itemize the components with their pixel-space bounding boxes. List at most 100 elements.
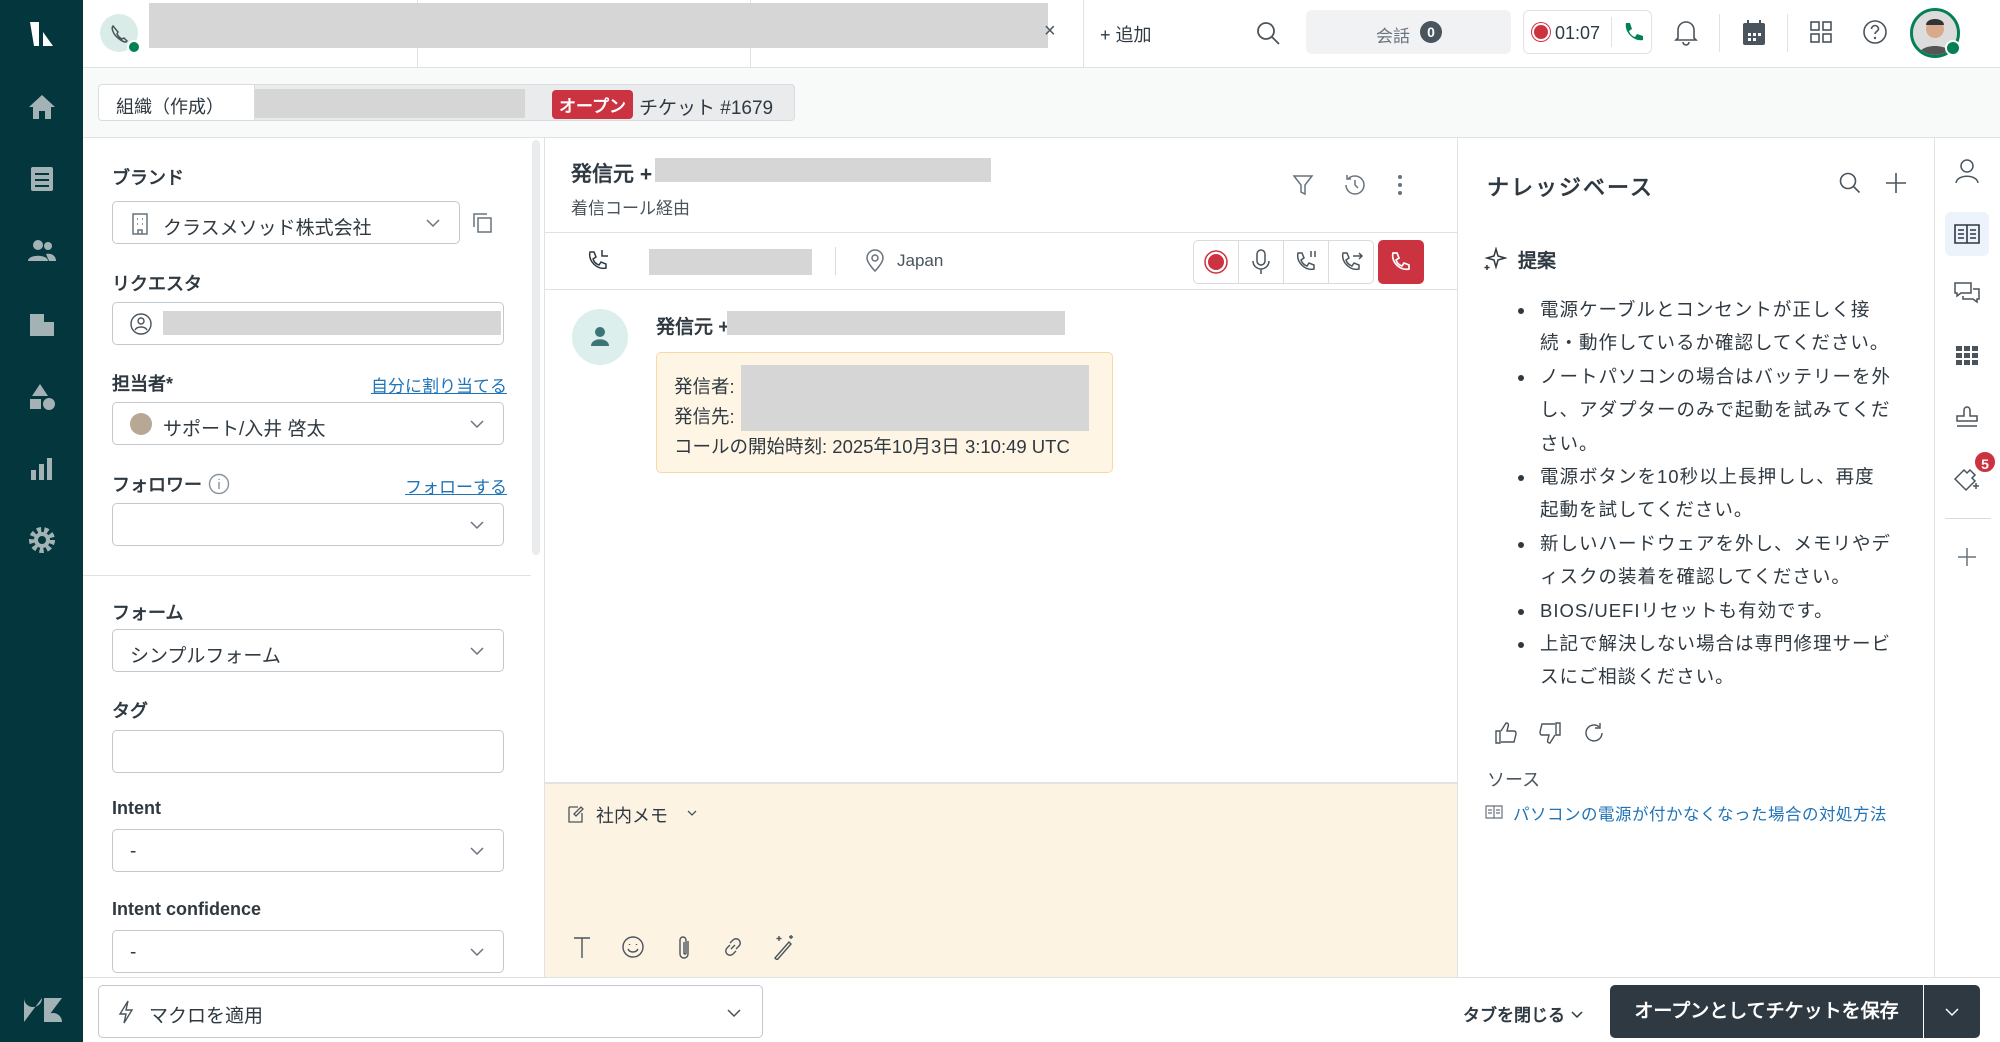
views-icon[interactable] bbox=[26, 163, 58, 195]
location-pin-icon bbox=[865, 249, 885, 273]
incoming-call-icon bbox=[585, 248, 611, 274]
search-icon[interactable] bbox=[1255, 20, 1281, 46]
ai-wand-icon[interactable] bbox=[771, 934, 795, 960]
close-tab-label: タブを閉じる bbox=[1463, 1006, 1565, 1025]
tags-label: タグ bbox=[112, 701, 148, 721]
suggestion-item: BIOS/UEFIリセットも有効です。 bbox=[1518, 594, 1892, 627]
redacted-tabs bbox=[149, 3, 1048, 48]
calendar-icon[interactable] bbox=[1741, 19, 1767, 47]
attachment-icon[interactable] bbox=[675, 935, 693, 961]
redacted-numbers bbox=[741, 365, 1089, 431]
intent-confidence-value: - bbox=[130, 942, 137, 963]
breadcrumb-org[interactable]: 組織（作成） bbox=[99, 85, 255, 120]
more-options-icon[interactable] bbox=[1397, 173, 1403, 197]
customers-icon[interactable] bbox=[26, 235, 58, 267]
intent-select[interactable]: - bbox=[112, 829, 504, 872]
add-icon[interactable] bbox=[1884, 171, 1908, 195]
chevron-down-icon bbox=[469, 843, 485, 859]
conversations-button[interactable]: 会話 0 bbox=[1306, 10, 1511, 54]
brand-select[interactable]: クラスメソッド株式会社 bbox=[112, 201, 460, 244]
requester-field[interactable] bbox=[112, 302, 504, 345]
chevron-down-icon bbox=[425, 215, 441, 231]
history-icon[interactable] bbox=[1342, 172, 1368, 198]
source-article-link[interactable]: パソコンの電源が付かなくなった場合の対処方法 bbox=[1513, 801, 1887, 825]
conversations-icon[interactable] bbox=[1952, 278, 1982, 308]
breadcrumb-org-label: 組織（作成） bbox=[116, 97, 224, 117]
apps-icon[interactable] bbox=[1952, 341, 1982, 371]
thumbs-up-icon[interactable] bbox=[1494, 721, 1518, 745]
guide-icon[interactable] bbox=[26, 381, 58, 413]
conversations-label: 会話 bbox=[1376, 27, 1410, 46]
emoji-icon[interactable] bbox=[621, 935, 645, 959]
assignee-value: サポート/入井 啓太 bbox=[163, 419, 326, 440]
transfer-button[interactable] bbox=[1328, 240, 1374, 284]
user-circle-icon bbox=[130, 313, 152, 335]
tags-input[interactable] bbox=[112, 730, 504, 773]
apply-macro-select[interactable]: マクロを適用 bbox=[98, 985, 763, 1038]
info-icon[interactable] bbox=[208, 473, 230, 495]
knowledge-tab-active[interactable] bbox=[1945, 212, 1989, 256]
reporting-icon[interactable] bbox=[26, 452, 58, 484]
assign-to-me-link[interactable]: 自分に割り当てる bbox=[371, 372, 507, 397]
mute-button[interactable] bbox=[1238, 240, 1284, 284]
hang-up-button[interactable] bbox=[1378, 240, 1424, 284]
regenerate-icon[interactable] bbox=[1582, 721, 1606, 745]
apps-grid-icon[interactable] bbox=[1809, 20, 1833, 44]
composer-mode-select[interactable]: 社内メモ bbox=[596, 802, 668, 828]
intent-label: Intent bbox=[112, 798, 161, 818]
breadcrumb-ticket[interactable]: チケット #1679 bbox=[639, 93, 773, 120]
filter-icon[interactable] bbox=[1292, 173, 1314, 197]
chevron-down-icon bbox=[469, 643, 485, 659]
assignee-avatar bbox=[130, 413, 152, 435]
call-timer-widget[interactable]: 01:07 bbox=[1523, 10, 1652, 54]
zendesk-z-icon bbox=[22, 994, 62, 1026]
caller-avatar bbox=[572, 309, 628, 365]
admin-gear-icon[interactable] bbox=[26, 524, 58, 556]
add-tab-button[interactable]: + 追加 bbox=[1100, 21, 1152, 47]
follow-link[interactable]: フォローする bbox=[405, 473, 507, 498]
macro-label: マクロを適用 bbox=[149, 1006, 264, 1027]
search-icon[interactable] bbox=[1838, 171, 1862, 195]
hold-button[interactable] bbox=[1283, 240, 1329, 284]
intent-value: - bbox=[130, 841, 137, 862]
suggestion-item: 上記で解決しない場合は専門修理サービスにご相談ください。 bbox=[1518, 627, 1892, 694]
add-app-icon[interactable] bbox=[1952, 542, 1982, 572]
user-status-dot bbox=[1945, 40, 1961, 56]
text-format-icon[interactable] bbox=[572, 936, 592, 960]
divider bbox=[1083, 0, 1084, 68]
notifications-bell-icon[interactable] bbox=[1673, 18, 1699, 46]
intent-confidence-label: Intent confidence bbox=[112, 899, 262, 919]
thumbs-down-icon[interactable] bbox=[1538, 721, 1562, 745]
close-tab-button[interactable]: × bbox=[1044, 20, 1056, 43]
phone-icon bbox=[1620, 20, 1646, 46]
chevron-down-icon bbox=[469, 944, 485, 960]
chevron-down-icon[interactable] bbox=[686, 807, 698, 819]
caller-label: 発信者: bbox=[674, 376, 735, 397]
close-tab-select[interactable]: タブを閉じる bbox=[1463, 1001, 1584, 1026]
copy-icon[interactable] bbox=[470, 211, 494, 235]
save-options-button[interactable] bbox=[1924, 985, 1980, 1038]
organizations-icon[interactable] bbox=[26, 308, 58, 340]
assignee-select[interactable]: サポート/入井 啓太 bbox=[112, 402, 504, 445]
link-icon[interactable] bbox=[721, 935, 745, 959]
online-status-dot bbox=[127, 40, 141, 54]
intent-confidence-select[interactable]: - bbox=[112, 930, 504, 973]
help-icon[interactable] bbox=[1862, 19, 1888, 45]
call-timer: 01:07 bbox=[1555, 23, 1601, 43]
home-icon[interactable] bbox=[26, 91, 58, 123]
form-select[interactable]: シンプルフォーム bbox=[112, 629, 504, 672]
stamp-icon[interactable] bbox=[1952, 401, 1982, 431]
followers-select[interactable] bbox=[112, 503, 504, 546]
redacted-number bbox=[649, 249, 812, 275]
record-button[interactable] bbox=[1193, 240, 1239, 284]
user-profile-icon[interactable] bbox=[1952, 156, 1982, 186]
composer[interactable]: 社内メモ bbox=[545, 782, 1457, 977]
sparkle-icon bbox=[1483, 247, 1507, 271]
scrollbar[interactable] bbox=[532, 140, 540, 555]
message-sender: 発信元 + bbox=[656, 317, 730, 338]
redacted-sender bbox=[727, 311, 1065, 335]
save-ticket-button[interactable]: オープンとしてチケットを保存 bbox=[1610, 985, 1923, 1038]
assignee-label: 担当者* bbox=[112, 374, 174, 394]
form-label: フォーム bbox=[112, 603, 184, 623]
zendesk-logo-icon[interactable] bbox=[26, 18, 58, 50]
